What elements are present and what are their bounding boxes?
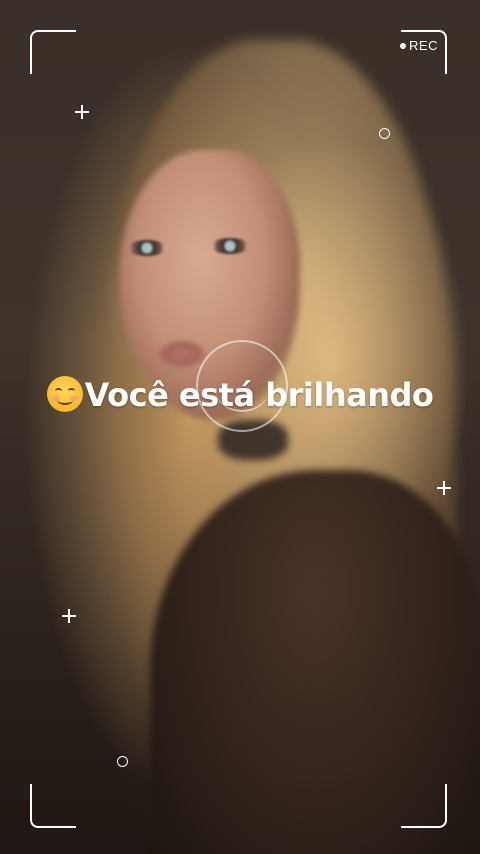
photo-eye-right bbox=[210, 238, 250, 254]
photo-lips bbox=[158, 340, 206, 368]
frame-corner-bottom-right bbox=[401, 784, 447, 828]
caption-text: Você está brilhando bbox=[84, 376, 434, 414]
circle-icon bbox=[379, 128, 390, 139]
frame-corner-top-left bbox=[30, 30, 76, 74]
plus-icon bbox=[62, 609, 76, 623]
plus-icon bbox=[75, 105, 89, 119]
frame-corner-bottom-left bbox=[30, 784, 76, 828]
record-dot-icon bbox=[400, 42, 407, 49]
plus-icon bbox=[437, 481, 451, 495]
photo-eye-left bbox=[127, 240, 167, 256]
rec-indicator: REC bbox=[400, 38, 438, 53]
smiling-face-emoji-icon bbox=[46, 376, 83, 412]
circle-icon bbox=[117, 756, 128, 767]
caption: Você está brilhando bbox=[0, 376, 480, 414]
camera-viewfinder: REC Você está brilhando bbox=[0, 0, 480, 854]
rec-label: REC bbox=[409, 38, 438, 53]
